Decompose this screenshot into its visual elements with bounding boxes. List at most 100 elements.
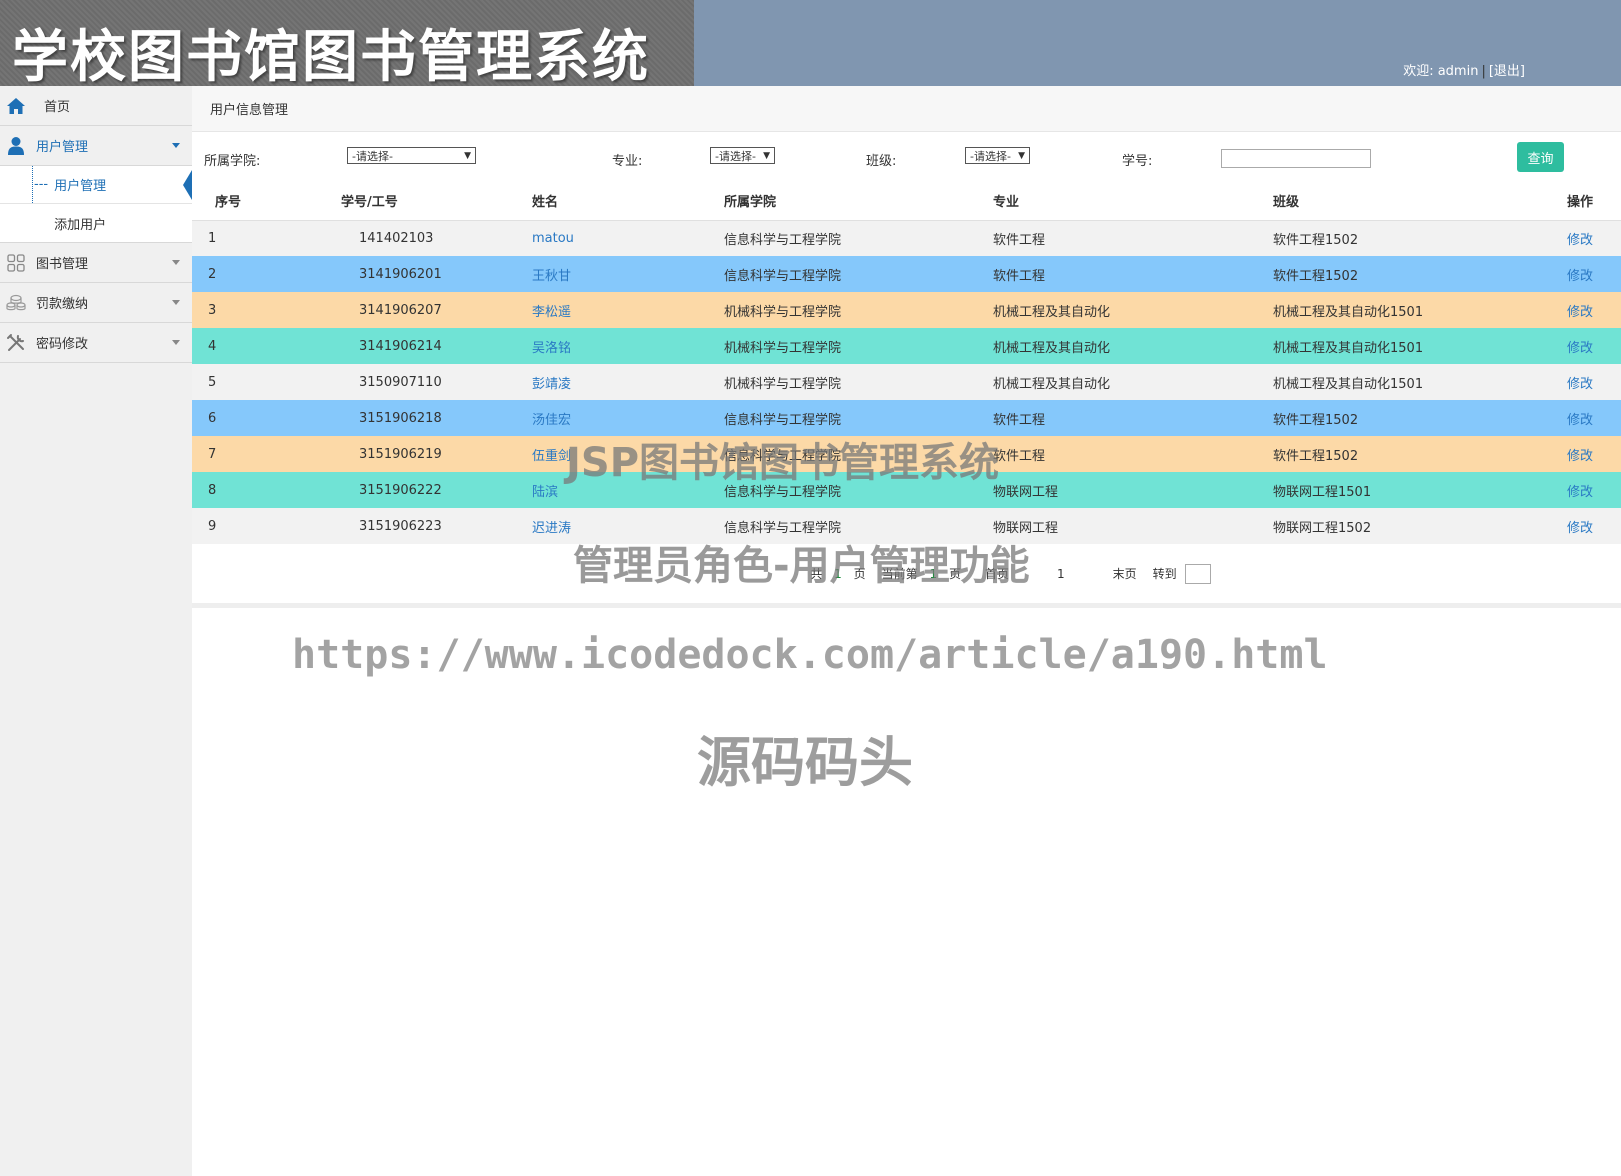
cell-id: 141402103 [277, 220, 491, 256]
cell-major: 软件工程 [905, 220, 1185, 256]
cell-no: 6 [192, 400, 277, 436]
student-id-input[interactable] [1221, 149, 1371, 168]
submenu-item-add-user[interactable]: --- 添加用户 [0, 204, 192, 242]
main-content: 用户信息管理 所属学院: -请选择- ▼ 专业: -请选择- ▼ 班级: -请选择-… [192, 86, 1621, 1176]
cell-college: 机械科学与工程学院 [625, 292, 905, 328]
table-body: 1 141402103 matou 信息科学与工程学院 软件工程 软件工程1502 修改 2 3… [192, 220, 1621, 544]
pager-page-1[interactable]: 1 [1057, 567, 1065, 581]
pager-text: 页 [853, 567, 866, 581]
major-select[interactable]: -请选择- ▼ [710, 147, 775, 164]
query-button[interactable]: 查询 [1517, 142, 1564, 172]
edit-link[interactable]: 修改 [1531, 436, 1621, 472]
cell-id: 3141906214 [277, 328, 491, 364]
cell-no: 7 [192, 436, 277, 472]
sidebar-item-password-change[interactable]: 密码修改 [0, 323, 192, 363]
edit-link[interactable]: 修改 [1531, 292, 1621, 328]
welcome-separator: | [1481, 64, 1486, 79]
edit-link[interactable]: 修改 [1531, 508, 1621, 544]
cell-major: 物联网工程 [905, 472, 1185, 508]
cell-college: 信息科学与工程学院 [625, 436, 905, 472]
sidebar-item-label: 图书管理 [36, 257, 89, 272]
table-row: 2 3141906201 王秋甘 信息科学与工程学院 软件工程 软件工程1502 修改 [192, 256, 1621, 292]
cell-major: 机械工程及其自动化 [905, 328, 1185, 364]
user-management-submenu: --- 用户管理 --- 添加用户 [0, 166, 192, 243]
cell-name[interactable]: 迟进涛 [491, 508, 625, 544]
sidebar: 首页 用户管理 --- 用户管理 --- 添加用户 图书管理 罚款缴纳 [0, 86, 192, 1176]
chevron-down-icon [172, 260, 180, 265]
cell-id: 3150907110 [277, 364, 491, 400]
cell-name[interactable]: 汤佳宏 [491, 400, 625, 436]
submenu-item-label: 用户管理 [54, 179, 107, 194]
pager-current: 当前第 1 页 [878, 565, 965, 582]
sidebar-item-label: 首页 [44, 100, 71, 115]
sidebar-item-label: 罚款缴纳 [36, 297, 89, 312]
college-label: 所属学院: [204, 154, 261, 169]
cell-major: 软件工程 [905, 436, 1185, 472]
cell-id: 3151906219 [277, 436, 491, 472]
cell-no: 8 [192, 472, 277, 508]
coins-icon [6, 293, 26, 313]
cell-name[interactable]: 陆滨 [491, 472, 625, 508]
edit-link[interactable]: 修改 [1531, 400, 1621, 436]
pager-goto-input[interactable] [1184, 563, 1211, 584]
column-header-id: 学号/工号 [277, 182, 491, 221]
table-row: 7 3151906219 伍重剑 信息科学与工程学院 软件工程 软件工程1502 修改 [192, 436, 1621, 472]
pager-last-link[interactable]: 末页 [1113, 565, 1137, 582]
college-select[interactable]: -请选择- ▼ [347, 147, 476, 164]
user-table: 序号 学号/工号 姓名 所属学院 专业 班级 操作 1 141402103 mato… [192, 182, 1621, 544]
pager-text: 页 [948, 567, 961, 581]
column-header-no: 序号 [192, 182, 277, 221]
submenu-item-label: 添加用户 [54, 217, 107, 233]
cell-college: 机械科学与工程学院 [625, 328, 905, 364]
major-select-value: -请选择- [715, 149, 756, 163]
cell-college: 信息科学与工程学院 [625, 400, 905, 436]
pager-text: 当前第 [881, 567, 918, 581]
grid-icon [6, 253, 26, 273]
cell-college: 信息科学与工程学院 [625, 472, 905, 508]
cell-name[interactable]: matou [491, 220, 625, 256]
cell-no: 1 [192, 220, 277, 256]
class-select[interactable]: -请选择- ▼ [965, 147, 1030, 164]
cell-class: 机械工程及其自动化1501 [1185, 292, 1531, 328]
sidebar-item-user-management[interactable]: 用户管理 [0, 126, 192, 166]
edit-link[interactable]: 修改 [1531, 256, 1621, 292]
sidebar-item-fine-payment[interactable]: 罚款缴纳 [0, 283, 192, 323]
submenu-item-user-management[interactable]: --- 用户管理 [0, 166, 192, 204]
edit-link[interactable]: 修改 [1531, 328, 1621, 364]
cell-name[interactable]: 吴洛铭 [491, 328, 625, 364]
cell-id: 3151906222 [277, 472, 491, 508]
cell-class: 机械工程及其自动化1501 [1185, 328, 1531, 364]
pager-first-link[interactable]: 首页 [985, 565, 1009, 582]
top-header: 学校图书馆图书管理系统 欢迎: admin | [退出] [0, 0, 1621, 90]
cell-no: 5 [192, 364, 277, 400]
brand-banner: 学校图书馆图书管理系统 [0, 0, 694, 90]
cell-no: 9 [192, 508, 277, 544]
table-row: 3 3141906207 李松遥 机械科学与工程学院 机械工程及其自动化 机械工程及其自动… [192, 292, 1621, 328]
cell-name[interactable]: 彭靖凌 [491, 364, 625, 400]
cell-id: 3141906207 [277, 292, 491, 328]
class-select-value: -请选择- [970, 149, 1011, 163]
edit-link[interactable]: 修改 [1531, 364, 1621, 400]
cell-major: 机械工程及其自动化 [905, 364, 1185, 400]
cell-name[interactable]: 李松遥 [491, 292, 625, 328]
chevron-down-icon [172, 143, 180, 148]
sidebar-item-home[interactable]: 首页 [0, 86, 192, 126]
sidebar-item-book-management[interactable]: 图书管理 [0, 243, 192, 283]
welcome-bar: 欢迎: admin | [退出] [1403, 60, 1525, 79]
column-header-action: 操作 [1531, 182, 1621, 221]
edit-link[interactable]: 修改 [1531, 472, 1621, 508]
table-row: 1 141402103 matou 信息科学与工程学院 软件工程 软件工程1502 修改 [192, 220, 1621, 256]
app-title: 学校图书馆图书管理系统 [12, 25, 650, 90]
cell-name[interactable]: 王秋甘 [491, 256, 625, 292]
sidebar-item-label: 用户管理 [36, 140, 89, 155]
pager-goto-label: 转到 [1152, 567, 1177, 581]
cell-college: 机械科学与工程学院 [625, 364, 905, 400]
pagination: 共 1 页 当前第 1 页 首页 1 末页 转到 [192, 544, 1621, 608]
edit-link[interactable]: 修改 [1531, 220, 1621, 256]
column-header-major: 专业 [905, 182, 1185, 221]
cell-name[interactable]: 伍重剑 [491, 436, 625, 472]
cell-id: 3151906218 [277, 400, 491, 436]
logout-link[interactable]: [退出] [1489, 64, 1525, 79]
chevron-down-icon [172, 300, 180, 305]
cell-major: 机械工程及其自动化 [905, 292, 1185, 328]
